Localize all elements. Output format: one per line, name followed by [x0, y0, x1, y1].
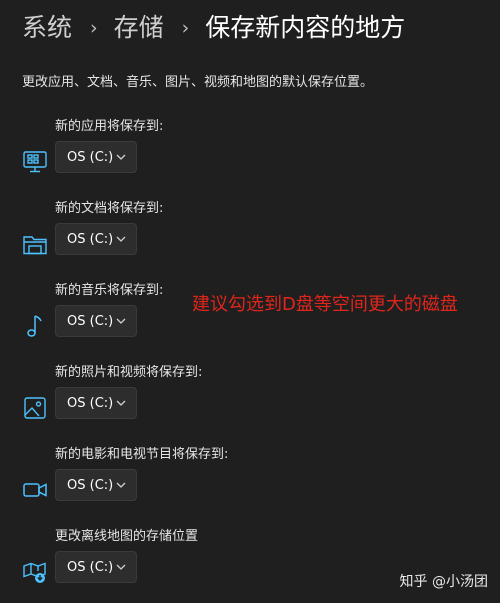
save-location-movies-tv: 新的电影和电视节目将保存到: OS (C:)	[0, 443, 500, 521]
dropdown-value: OS (C:)	[67, 313, 114, 329]
image-icon	[22, 395, 48, 421]
photos-drive-dropdown[interactable]: OS (C:)	[55, 387, 137, 419]
page-title: 保存新内容的地方	[205, 13, 406, 42]
page-description: 更改应用、文档、音乐、图片、视频和地图的默认保存位置。	[22, 75, 374, 90]
chevron-down-icon	[116, 400, 126, 406]
video-camera-icon	[22, 477, 48, 503]
section-label: 更改离线地图的存储位置	[55, 529, 199, 544]
watermark: 知乎 @小汤团	[399, 574, 488, 590]
dropdown-value: OS (C:)	[67, 149, 114, 165]
chevron-right-icon: ›	[181, 17, 190, 39]
chevron-down-icon	[116, 154, 126, 160]
music-note-icon	[22, 313, 48, 339]
chevron-down-icon	[116, 482, 126, 488]
breadcrumb-item-system[interactable]: 系统	[22, 10, 72, 46]
section-label: 新的照片和视频将保存到:	[55, 365, 203, 380]
breadcrumb-item-storage[interactable]: 存储	[114, 10, 164, 46]
save-location-apps: 新的应用将保存到: OS (C:)	[0, 115, 500, 193]
chevron-down-icon	[116, 236, 126, 242]
folder-icon	[22, 231, 48, 257]
section-label: 新的文档将保存到:	[55, 201, 164, 216]
dropdown-value: OS (C:)	[67, 231, 114, 247]
save-location-offline-maps: 更改离线地图的存储位置 OS (C:)	[0, 525, 500, 603]
breadcrumb: 系统 › 存储 › 保存新内容的地方	[22, 10, 405, 46]
save-location-photos-videos: 新的照片和视频将保存到: OS (C:)	[0, 361, 500, 439]
movies-drive-dropdown[interactable]: OS (C:)	[55, 469, 137, 501]
documents-drive-dropdown[interactable]: OS (C:)	[55, 223, 137, 255]
section-label: 新的应用将保存到:	[55, 119, 164, 134]
annotation-text: 建议勾选到D盘等空间更大的磁盘	[192, 294, 458, 315]
save-location-documents: 新的文档将保存到: OS (C:)	[0, 197, 500, 275]
offline-map-icon	[22, 559, 48, 585]
section-label: 新的电影和电视节目将保存到:	[55, 447, 229, 462]
chevron-right-icon: ›	[90, 17, 98, 39]
chevron-down-icon	[116, 318, 126, 324]
dropdown-value: OS (C:)	[67, 477, 114, 493]
maps-drive-dropdown[interactable]: OS (C:)	[55, 551, 137, 583]
section-label: 新的音乐将保存到:	[55, 283, 164, 298]
dropdown-value: OS (C:)	[67, 559, 114, 575]
chevron-down-icon	[116, 564, 126, 570]
dropdown-value: OS (C:)	[67, 395, 114, 411]
music-drive-dropdown[interactable]: OS (C:)	[55, 305, 137, 337]
apps-drive-dropdown[interactable]: OS (C:)	[55, 141, 137, 173]
apps-icon	[22, 149, 48, 175]
